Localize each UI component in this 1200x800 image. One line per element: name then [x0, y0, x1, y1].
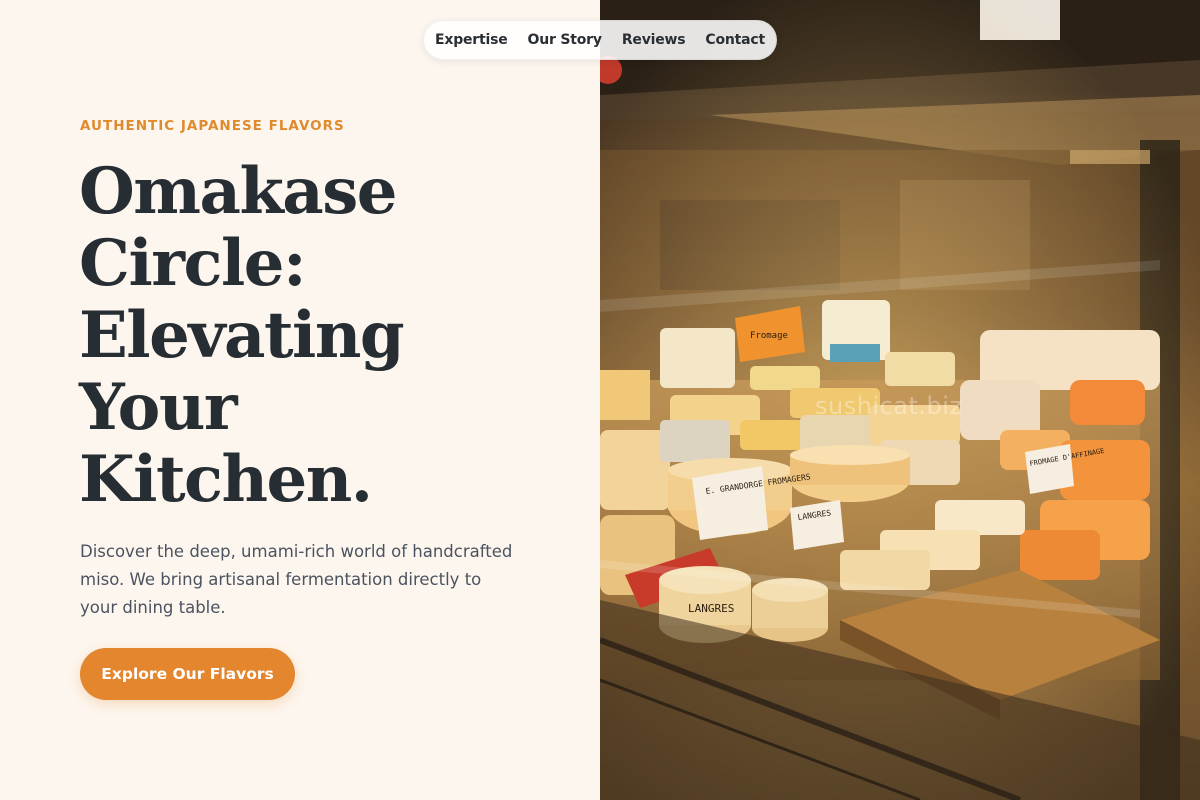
headline-line: Elevating: [79, 298, 405, 373]
hero-photo: Fromage E. GRANDORGE FROMAGERS LANGRES L…: [600, 0, 1200, 800]
nav-link-expertise[interactable]: Expertise: [435, 32, 508, 48]
box-langres-text: LANGRES: [688, 602, 734, 615]
hero-panel: AUTHENTIC JAPANESE FLAVORS Omakase Circl…: [0, 0, 600, 800]
headline-line: Kitchen.: [79, 442, 373, 517]
sign-orange-text: Fromage: [750, 331, 788, 341]
headline-line: Your: [79, 370, 238, 445]
page: AUTHENTIC JAPANESE FLAVORS Omakase Circl…: [0, 0, 1200, 800]
photo-watermark: sushicat.biz: [815, 392, 963, 420]
top-navigation: Expertise Our Story Reviews Contact: [423, 20, 777, 60]
headline-line: Circle:: [79, 226, 307, 301]
hero-headline: Omakase Circle: Elevating Your Kitchen.: [79, 156, 579, 516]
hero-eyebrow: AUTHENTIC JAPANESE FLAVORS: [80, 118, 345, 134]
nav-link-reviews[interactable]: Reviews: [622, 32, 686, 48]
nav-link-our-story[interactable]: Our Story: [528, 32, 602, 48]
nav-link-contact[interactable]: Contact: [705, 32, 765, 48]
headline-line: Omakase: [79, 154, 398, 229]
explore-flavors-button[interactable]: Explore Our Flavors: [80, 648, 295, 700]
hero-description: Discover the deep, umami-rich world of h…: [80, 542, 513, 617]
